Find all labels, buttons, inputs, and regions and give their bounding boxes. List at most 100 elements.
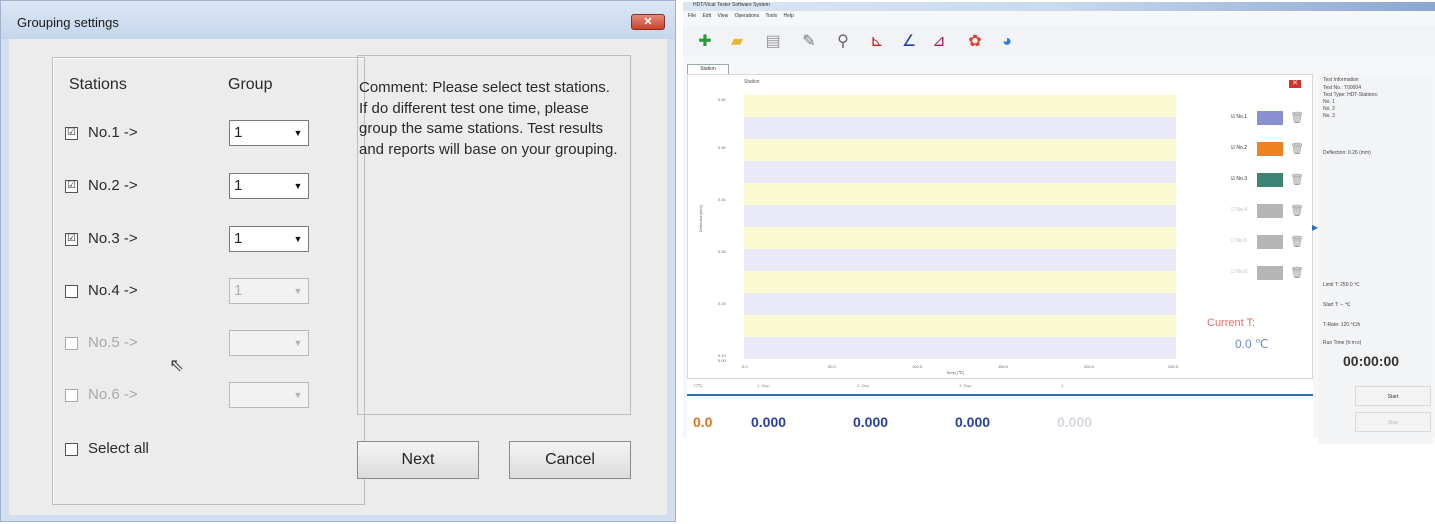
chart-deflection-icon[interactable]: ⊾: [867, 32, 887, 52]
cancel-button[interactable]: Cancel: [509, 441, 631, 479]
legend-label: ☐ No.6: [1230, 269, 1247, 275]
dropdown-arrow-icon: ▼: [293, 338, 303, 348]
edit-icon[interactable]: ✎: [799, 32, 819, 52]
menu-tools[interactable]: Tools: [765, 13, 777, 19]
trash-icon[interactable]: 🗑: [1290, 235, 1304, 248]
chart-report-icon[interactable]: ⊿: [929, 32, 949, 52]
checkbox-box: [65, 388, 78, 402]
checkbox-box: ☑: [65, 126, 78, 140]
station-2-checkbox[interactable]: ☑ No.2 ->: [65, 177, 138, 194]
menu-edit[interactable]: Edit: [702, 13, 711, 19]
readout-header-1: 1. Disp: [757, 383, 770, 388]
stop-button[interactable]: Stop: [1355, 412, 1431, 432]
plot-band: [744, 249, 1176, 271]
y-tick: 0.30: [718, 249, 726, 254]
next-button[interactable]: Next: [357, 441, 479, 479]
stations-header: Stations: [69, 76, 127, 93]
checkbox-box: [65, 284, 78, 298]
chart-close-icon[interactable]: ✕: [1289, 80, 1301, 88]
plot-band: [744, 183, 1176, 205]
station-label: No.5 ->: [88, 334, 138, 351]
menu-view[interactable]: View: [717, 13, 728, 19]
x-tick: 250.0: [1168, 364, 1179, 369]
trash-icon[interactable]: 🗑: [1290, 266, 1304, 279]
dropdown-arrow-icon: ▼: [293, 390, 303, 400]
plot-band: [744, 315, 1176, 337]
run-time-label: Run Time (h:m:s): [1323, 340, 1362, 346]
stations-group-box: Stations Group ☑ No.1 -> 1 ▼ ☑ No.2 -> 1 ▼ ☑…: [52, 57, 365, 505]
save-icon[interactable]: ▤: [763, 32, 783, 52]
collapse-panel-icon[interactable]: ▸: [1312, 220, 1318, 234]
legend-swatch: [1257, 111, 1283, 125]
select-value: 1: [234, 124, 243, 141]
chart-line-icon[interactable]: ∠: [899, 32, 919, 52]
temperature-rate: T-Rate: 120 ℃/h: [1323, 322, 1361, 328]
readout-header-4: 4.: [1061, 383, 1065, 388]
select-value: 1: [234, 177, 243, 194]
info-line: No. 1: [1323, 99, 1335, 105]
station-3-group-select[interactable]: 1 ▼: [229, 226, 309, 252]
dialog-title-bar[interactable]: Grouping settings ✕: [1, 1, 675, 39]
station-4-checkbox[interactable]: No.4 ->: [65, 282, 138, 299]
close-button[interactable]: ✕: [631, 14, 665, 30]
new-test-icon[interactable]: ✚: [695, 32, 715, 52]
settings-icon[interactable]: ✿: [965, 32, 985, 52]
menu-help[interactable]: Help: [784, 13, 794, 19]
readout-header-temp: T(℃): [693, 383, 703, 388]
plot-band: [744, 293, 1176, 315]
y-tick: 0.50: [718, 145, 726, 150]
info-line: Test Type: HDT-Stations:: [1323, 92, 1379, 98]
select-value: 1: [234, 282, 243, 299]
dropdown-arrow-icon: ▼: [293, 128, 303, 138]
legend-label: ☐ No.4: [1230, 207, 1247, 213]
plot-band: [744, 271, 1176, 293]
current-temperature-label: Current T:: [1207, 317, 1256, 329]
checkbox-box: ☑: [65, 232, 78, 246]
plot-band: [744, 337, 1176, 359]
dropdown-arrow-icon: ▼: [293, 234, 303, 244]
legend-swatch: [1257, 204, 1283, 218]
start-temperature: Start T: -- ℃: [1323, 302, 1351, 308]
app-title: HDT/Vicat Tester Software System: [693, 2, 770, 8]
station-4-group-select[interactable]: 1 ▼: [229, 278, 309, 304]
plot-band: [744, 139, 1176, 161]
start-button[interactable]: Start: [1355, 386, 1431, 406]
menu-bar: File Edit View Operations Tools Help: [683, 13, 794, 23]
trash-icon[interactable]: 🗑: [1290, 142, 1304, 155]
plot-band: [744, 205, 1176, 227]
station-1-group-select[interactable]: 1 ▼: [229, 120, 309, 146]
station-label: No.1 ->: [88, 124, 138, 141]
station-6-checkbox[interactable]: No.6 ->: [65, 386, 138, 403]
station-3-checkbox[interactable]: ☑ No.3 ->: [65, 230, 138, 247]
readout-header-2: 2. Disp: [857, 383, 870, 388]
trash-icon[interactable]: 🗑: [1290, 111, 1304, 124]
help-icon[interactable]: ◕: [997, 32, 1017, 52]
select-all-checkbox[interactable]: Select all: [65, 440, 149, 457]
menu-file[interactable]: File: [688, 13, 696, 19]
station-5-group-select[interactable]: ▼: [229, 330, 309, 356]
station-label: No.2 ->: [88, 177, 138, 194]
station-2-group-select[interactable]: 1 ▼: [229, 173, 309, 199]
dropdown-arrow-icon: ▼: [293, 181, 303, 191]
x-tick: 150.0: [998, 364, 1009, 369]
readout-station-3: 0.000: [955, 414, 991, 430]
select-all-label: Select all: [88, 440, 149, 457]
app-title-bar[interactable]: HDT/Vicat Tester Software System: [683, 2, 1435, 11]
menu-operations[interactable]: Operations: [735, 13, 759, 19]
station-label: No.6 ->: [88, 386, 138, 403]
legend-label: ☑ No.3: [1230, 176, 1247, 182]
station-1-checkbox[interactable]: ☑ No.1 ->: [65, 124, 138, 141]
open-folder-icon[interactable]: ▰: [727, 32, 747, 52]
trash-icon[interactable]: 🗑: [1290, 204, 1304, 217]
chart-title: Station: [744, 79, 760, 85]
station-label: No.3 ->: [88, 230, 138, 247]
grouping-settings-dialog: Grouping settings ✕ Stations Group ☑ No.1…: [0, 0, 676, 522]
group-header: Group: [228, 76, 273, 93]
search-icon[interactable]: ⚲: [833, 32, 853, 52]
legend-swatch: [1257, 142, 1283, 156]
trash-icon[interactable]: 🗑: [1290, 173, 1304, 186]
station-5-checkbox[interactable]: No.5 ->: [65, 334, 138, 351]
station-6-group-select[interactable]: ▼: [229, 382, 309, 408]
readout-station-4: 0.000: [1057, 414, 1093, 430]
dropdown-arrow-icon: ▼: [293, 286, 303, 296]
